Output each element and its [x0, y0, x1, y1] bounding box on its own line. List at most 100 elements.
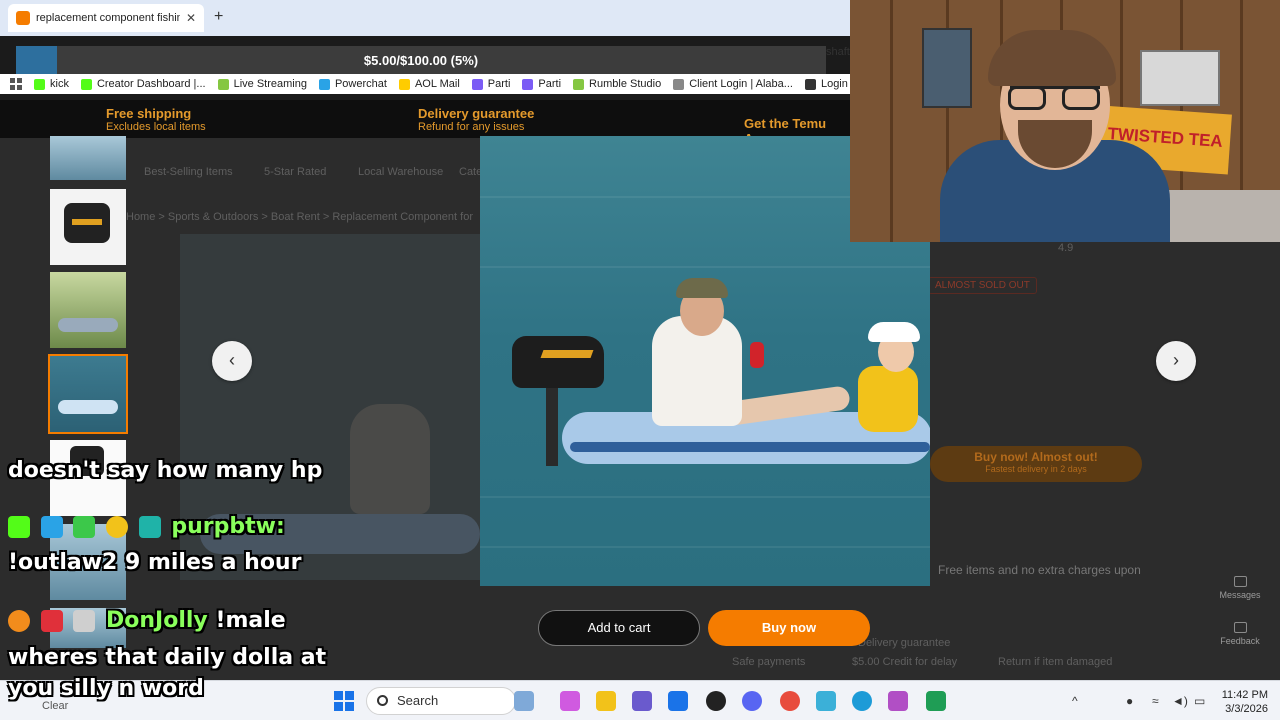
bookmark-label: Client Login | Alaba...: [689, 78, 793, 90]
tray-chevron-icon[interactable]: ^: [1072, 694, 1078, 708]
apps-grid-icon[interactable]: [10, 78, 22, 90]
bookmark-1[interactable]: Creator Dashboard |...: [80, 78, 206, 90]
outboard-motor: [512, 336, 604, 388]
buy-now-button[interactable]: Buy now: [708, 610, 870, 646]
bookmarks-bar: kick Creator Dashboard |... Live Streaming…: [0, 74, 850, 94]
messages-button[interactable]: Messages: [1210, 576, 1270, 600]
bookmark-label: kick: [50, 78, 69, 90]
cloud-badge-icon: [73, 610, 96, 632]
messages-icon: [1233, 576, 1247, 587]
guarantee-return-damaged: Return if item damaged: [998, 656, 1113, 668]
bookmark-0[interactable]: kick: [34, 78, 69, 90]
breadcrumb[interactable]: Home > Sports & Outdoors > Boat Rent > R…: [126, 211, 473, 223]
bookmark-favicon-icon: [217, 78, 229, 90]
excel-icon[interactable]: [926, 691, 946, 711]
rating-value: 4.9: [1058, 242, 1074, 254]
widgets-icon[interactable]: [514, 691, 534, 711]
webcam-overlay: TWISTED TEA: [850, 0, 1280, 242]
network-app-icon[interactable]: [816, 691, 836, 711]
browser-tab[interactable]: replacement component fishing ✕: [8, 4, 204, 32]
temu-favicon-icon: [16, 11, 30, 25]
bookmark-label: Parti: [538, 78, 562, 90]
gift-badge-icon: [8, 610, 30, 632]
system-clock[interactable]: 11:42 PM 3/3/2026: [1212, 688, 1268, 716]
thumbnail-3[interactable]: [50, 272, 126, 348]
bookmark-favicon-icon: [573, 78, 585, 90]
bookmark-2[interactable]: Live Streaming: [217, 78, 307, 90]
new-tab-button[interactable]: +: [214, 8, 223, 26]
gem-badge-icon: [73, 516, 96, 538]
taskbar-search[interactable]: Search: [366, 687, 516, 715]
guarantee-credit-delay: $5.00 Credit for delay: [852, 656, 958, 668]
copilot-icon[interactable]: [560, 691, 580, 711]
feedback-icon: [1233, 622, 1247, 633]
almost-sold-out-badge: ALMOST SOLD OUT: [928, 277, 1037, 294]
free-shipping-promo[interactable]: Free shipping Excludes local items: [106, 106, 206, 133]
bookmark-label: Parti: [487, 78, 511, 90]
weather-widget[interactable]: Clear: [42, 700, 68, 712]
search-icon: [377, 695, 388, 706]
no-extra-charges-text: Free items and no extra charges upon: [938, 563, 1141, 577]
bookmark-favicon-icon: [471, 78, 483, 90]
bookmark-favicon-icon: [80, 78, 92, 90]
bookmark-7[interactable]: Rumble Studio: [573, 78, 661, 90]
guarantee-safe-payments: Safe payments: [732, 656, 806, 668]
filter-local-warehouse[interactable]: Local Warehouse: [358, 166, 443, 178]
chat-message-donjolly-line2: wheres that daily dolla at: [8, 645, 327, 670]
microphone-icon[interactable]: ●: [1126, 694, 1133, 708]
volume-icon[interactable]: ◄): [1172, 694, 1188, 708]
discord-icon[interactable]: [742, 691, 762, 711]
chrome-icon[interactable]: [780, 691, 800, 711]
screen: replacement component fishing ✕ + $5.00/…: [0, 0, 1280, 720]
buy-now-almost-out-button[interactable]: Buy now! Almost out! Fastest delivery in…: [930, 446, 1142, 482]
wifi-icon[interactable]: ≈: [1152, 694, 1159, 708]
thumbnail-4-selected[interactable]: [48, 354, 128, 434]
goal-text: $5.00/$100.00 (5%): [363, 53, 479, 68]
kick-badge-icon: [8, 516, 30, 538]
promo-strip: Free shipping Excludes local items Deliv…: [0, 100, 850, 146]
bookmark-6[interactable]: Parti: [522, 78, 561, 90]
file-explorer-icon[interactable]: [596, 691, 616, 711]
filter-best-selling[interactable]: Best-Selling Items: [144, 166, 233, 178]
bookmark-favicon-icon: [398, 78, 410, 90]
teams-icon[interactable]: [632, 691, 652, 711]
chat-line-1: doesn't say how many hp: [8, 458, 323, 483]
chat-message-donjolly: DonJolly !male: [8, 608, 286, 633]
battery-icon[interactable]: ▭: [1194, 694, 1205, 708]
next-image-button[interactable]: ›: [1156, 341, 1196, 381]
rank-badge-icon: [106, 516, 129, 538]
sword-badge-icon: [40, 516, 63, 538]
bookmark-3[interactable]: Powerchat: [318, 78, 387, 90]
obs-icon[interactable]: [706, 691, 726, 711]
delivery-guarantee-promo[interactable]: Delivery guarantee Refund for any issues: [418, 106, 534, 133]
red-badge-icon: [40, 610, 63, 632]
filter-five-star[interactable]: 5-Star Rated: [264, 166, 326, 178]
bookmark-5[interactable]: Parti: [471, 78, 511, 90]
tab-title: replacement component fishing: [36, 12, 180, 24]
edge-icon[interactable]: [852, 691, 872, 711]
bookmark-favicon-icon: [673, 78, 685, 90]
store-icon[interactable]: [668, 691, 688, 711]
chat-username-purpbtw: purpbtw:: [171, 514, 285, 539]
feedback-button[interactable]: Feedback: [1210, 622, 1270, 646]
app-icon[interactable]: [888, 691, 908, 711]
bookmark-favicon-icon: [522, 78, 534, 90]
delivery-guarantee-heading: Delivery guarantee: [858, 637, 951, 649]
filter-category[interactable]: Cate: [459, 166, 482, 178]
bookmark-8[interactable]: Client Login | Alaba...: [673, 78, 793, 90]
bookmark-label: Powerchat: [334, 78, 387, 90]
bookmark-4[interactable]: AOL Mail: [398, 78, 460, 90]
chat-message-donjolly-line3: you silly n word: [8, 676, 204, 701]
close-tab-icon[interactable]: ✕: [186, 11, 196, 25]
previous-image-button[interactable]: ‹: [212, 341, 252, 381]
bookmark-label: AOL Mail: [414, 78, 460, 90]
add-to-cart-button[interactable]: Add to cart: [538, 610, 700, 646]
bookmark-9[interactable]: Login: [804, 78, 848, 90]
bookmark-label: Live Streaming: [233, 78, 307, 90]
start-button-icon[interactable]: [334, 691, 354, 711]
thumbnail-2[interactable]: [50, 189, 126, 265]
chat-message-purpbtw-text: !outlaw2 9 miles a hour: [8, 550, 302, 575]
bookmark-label: Creator Dashboard |...: [96, 78, 206, 90]
thumbnail-1[interactable]: [50, 136, 126, 180]
chat-message-purpbtw: purpbtw:: [8, 514, 285, 539]
